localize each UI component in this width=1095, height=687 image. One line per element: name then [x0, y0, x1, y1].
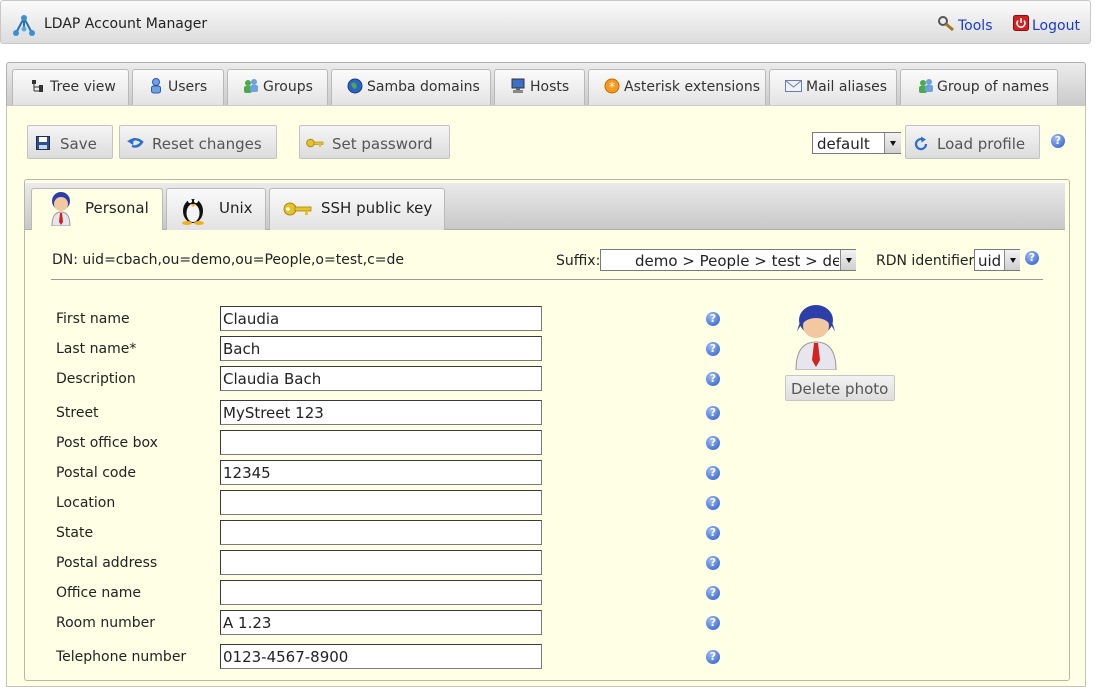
dn-label: DN: uid=cbach,ou=demo,ou=People,o=test,c… — [52, 252, 404, 268]
tab-label: Unix — [219, 199, 253, 217]
location-field[interactable] — [220, 490, 542, 515]
save-button-label: Save — [60, 135, 97, 153]
profile-select-value: default — [817, 135, 870, 153]
rdn-label: RDN identifier: — [876, 253, 979, 269]
app-title: LDAP Account Manager — [44, 16, 208, 32]
suffix-label: Suffix: — [556, 253, 601, 269]
help-icon[interactable]: ? — [1051, 134, 1065, 148]
post-office-box-field[interactable] — [220, 430, 542, 455]
user-photo — [795, 305, 837, 370]
chevron-down-icon[interactable] — [884, 133, 901, 153]
postal-address-field[interactable] — [220, 550, 542, 575]
help-icon[interactable]: ? — [706, 436, 720, 450]
tab-label: Group of names — [937, 79, 1050, 95]
lam-logo-icon — [13, 15, 35, 36]
key-icon — [306, 138, 324, 148]
asterisk-icon: * — [604, 78, 620, 94]
help-icon[interactable]: ? — [706, 406, 720, 420]
telephone-number-field[interactable] — [220, 644, 542, 669]
tab-label: Asterisk extensions — [624, 79, 761, 95]
divider — [51, 279, 1043, 280]
last-name-label: Last name* — [56, 341, 137, 357]
user-icon — [151, 78, 161, 94]
location-label: Location — [56, 495, 116, 511]
wrench-icon[interactable] — [938, 16, 956, 32]
rdn-select-value: uid — [978, 252, 1002, 270]
help-icon[interactable]: ? — [706, 616, 720, 630]
postal-code-field[interactable] — [220, 460, 542, 485]
postal-address-label: Postal address — [56, 555, 158, 571]
office-name-label: Office name — [56, 585, 142, 601]
room-number-field[interactable] — [220, 610, 542, 635]
tree-icon — [32, 80, 43, 92]
first-name-field[interactable] — [220, 306, 542, 331]
delete-photo-label: Delete photo — [791, 380, 889, 398]
telephone-number-label: Telephone number — [56, 649, 187, 665]
help-icon[interactable]: ? — [1025, 251, 1039, 265]
load-profile-label: Load profile — [937, 135, 1026, 153]
globe-icon — [347, 78, 363, 94]
help-icon[interactable]: ? — [706, 342, 720, 356]
help-icon[interactable]: ? — [706, 556, 720, 570]
logout-link[interactable]: Logout — [1032, 18, 1080, 34]
tools-link[interactable]: Tools — [958, 18, 993, 34]
help-icon[interactable]: ? — [706, 650, 720, 664]
help-icon[interactable]: ? — [706, 496, 720, 510]
room-number-label: Room number — [56, 615, 155, 631]
help-icon[interactable]: ? — [706, 312, 720, 326]
post-office-box-label: Post office box — [56, 435, 158, 451]
suffix-select-value: demo > People > test > de — [635, 252, 839, 270]
tab-label: Personal — [85, 199, 149, 217]
computer-icon — [511, 78, 525, 93]
person-icon — [51, 192, 71, 226]
help-icon[interactable]: ? — [706, 526, 720, 540]
first-name-label: First name — [56, 311, 130, 327]
mail-icon — [785, 80, 802, 92]
help-icon[interactable]: ? — [706, 586, 720, 600]
key-icon — [283, 202, 312, 216]
group-icon — [919, 79, 933, 93]
chevron-down-icon[interactable] — [1004, 250, 1020, 270]
svg-text:*: * — [609, 80, 615, 94]
help-icon[interactable]: ? — [706, 372, 720, 386]
state-label: State — [56, 525, 94, 541]
tab-label: Samba domains — [367, 79, 480, 95]
description-field[interactable] — [220, 366, 542, 391]
floppy-disk-icon — [36, 136, 50, 150]
office-name-field[interactable] — [220, 580, 542, 605]
undo-arrow-icon — [127, 138, 144, 148]
set-password-label: Set password — [332, 135, 433, 153]
tab-label: Mail aliases — [806, 79, 888, 95]
penguin-icon — [182, 199, 204, 225]
postal-code-label: Postal code — [56, 465, 136, 481]
chevron-down-icon[interactable] — [840, 250, 856, 270]
reset-changes-label: Reset changes — [152, 135, 262, 153]
street-field[interactable] — [220, 400, 542, 425]
street-label: Street — [56, 405, 99, 421]
description-label: Description — [56, 371, 136, 387]
group-icon — [244, 79, 258, 93]
logout-icon[interactable] — [1013, 15, 1029, 31]
tab-label: SSH public key — [321, 199, 433, 217]
last-name-field[interactable] — [220, 336, 542, 361]
tab-label: Tree view — [50, 79, 116, 95]
help-icon[interactable]: ? — [706, 466, 720, 480]
state-field[interactable] — [220, 520, 542, 545]
tab-label: Users — [168, 79, 208, 95]
tab-label: Groups — [263, 79, 313, 95]
reload-icon — [914, 136, 928, 151]
tab-label: Hosts — [530, 79, 570, 95]
